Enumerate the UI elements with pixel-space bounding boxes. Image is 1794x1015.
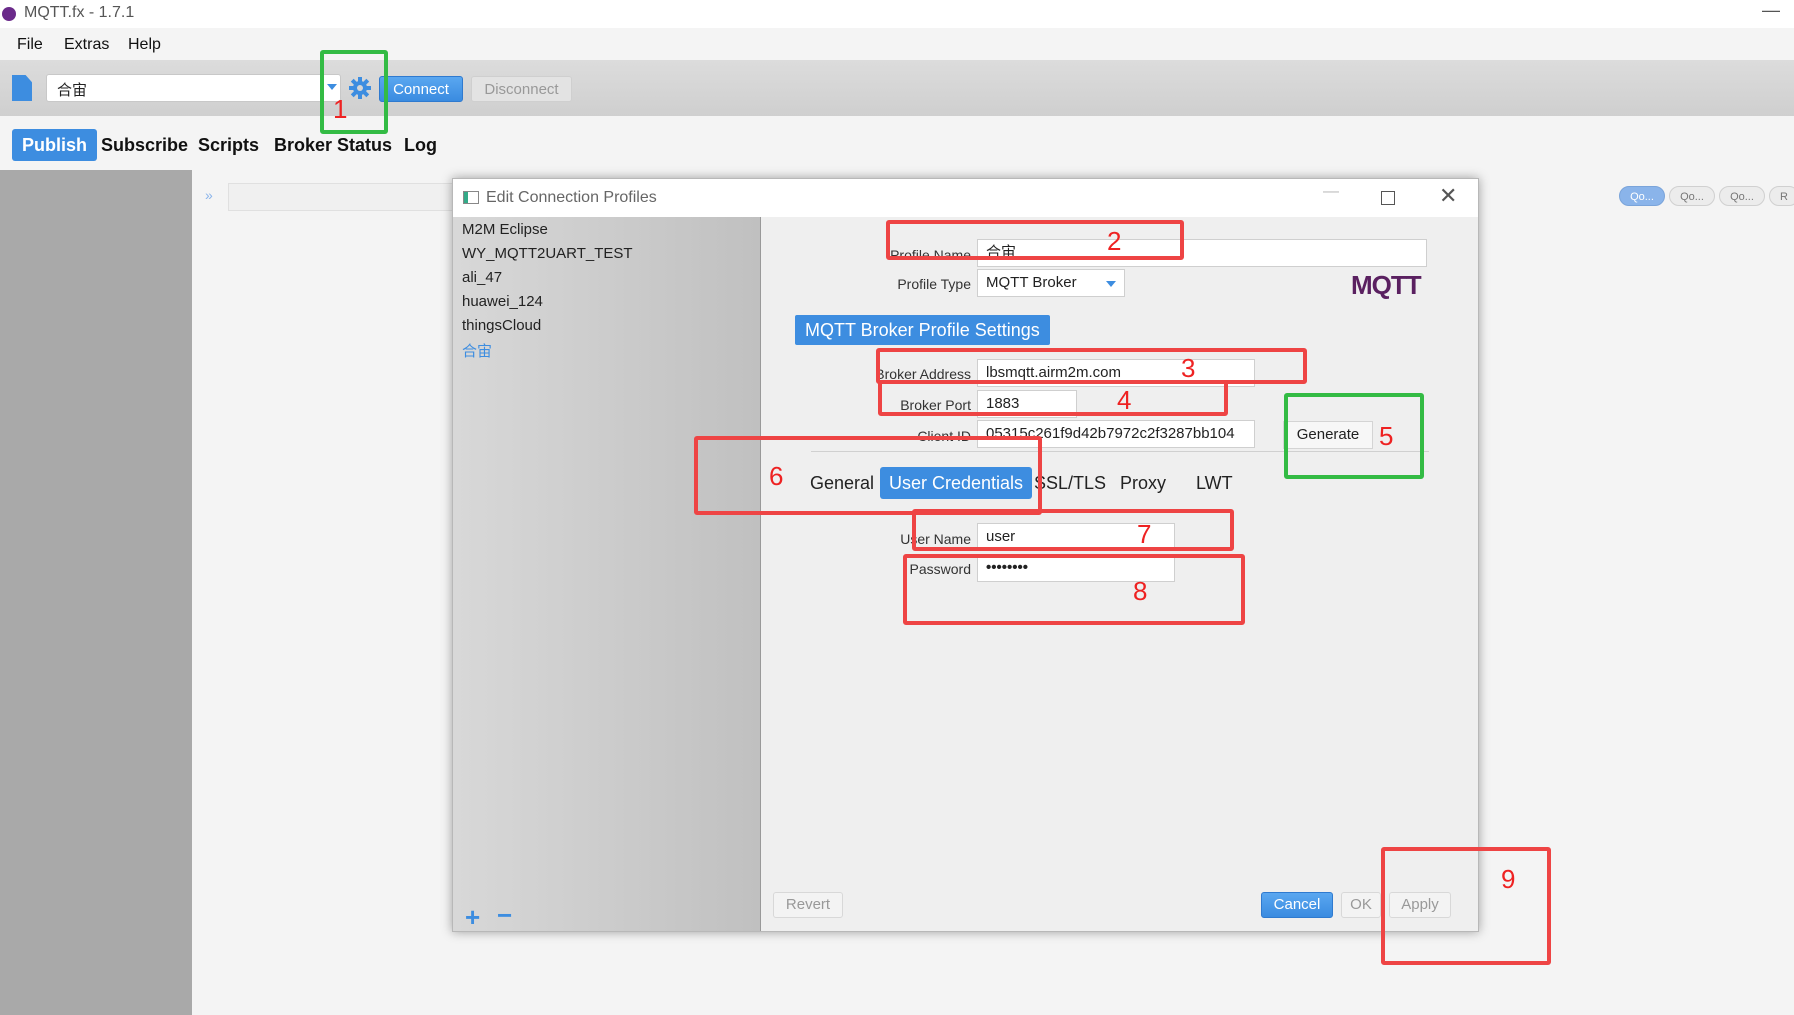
remove-icon[interactable]: − — [497, 900, 512, 931]
tab-scripts[interactable]: Scripts — [188, 129, 269, 161]
annotation-box-6 — [694, 436, 1042, 515]
annotation-label-2: 2 — [1107, 226, 1122, 256]
qos0-button[interactable]: Qo... — [1619, 186, 1665, 206]
menu-file[interactable]: File — [17, 36, 43, 54]
minimize-button[interactable]: — — [1762, 0, 1780, 21]
annotation-box-7 — [912, 509, 1234, 551]
section-header: MQTT Broker Profile Settings — [795, 315, 1050, 345]
profile-type-label: Profile Type — [897, 276, 971, 292]
profile-type-select[interactable]: MQTT Broker — [977, 269, 1125, 297]
close-icon[interactable]: ✕ — [1439, 183, 1457, 209]
title-bar — [0, 0, 1794, 28]
cancel-button[interactable]: Cancel — [1261, 892, 1333, 918]
list-item[interactable]: M2M Eclipse — [462, 221, 548, 238]
document-icon[interactable] — [12, 75, 32, 101]
qos2-button[interactable]: Qo... — [1719, 186, 1765, 206]
subtab-proxy[interactable]: Proxy — [1111, 467, 1175, 499]
chevron-down-icon[interactable] — [1106, 281, 1116, 287]
annotation-box-3 — [876, 348, 1307, 384]
list-item[interactable]: thingsCloud — [462, 317, 541, 334]
dialog-title: Edit Connection Profiles — [486, 189, 657, 206]
disconnect-button[interactable]: Disconnect — [471, 76, 572, 102]
annotation-box-2 — [886, 220, 1184, 260]
dialog-minimize-button[interactable]: — — [1323, 183, 1339, 201]
left-panel — [0, 170, 192, 1015]
annotation-label-6: 6 — [769, 461, 784, 491]
qos1-button[interactable]: Qo... — [1669, 186, 1715, 206]
list-item[interactable]: WY_MQTT2UART_TEST — [462, 245, 633, 262]
ok-button[interactable]: OK — [1341, 892, 1381, 918]
annotation-label-1: 1 — [333, 94, 348, 124]
menu-extras[interactable]: Extras — [64, 36, 109, 54]
annotation-label-4: 4 — [1117, 385, 1132, 415]
dialog-maximize-button[interactable] — [1381, 191, 1395, 205]
profile-select-value: 合宙 — [57, 82, 88, 99]
annotation-box-4 — [878, 380, 1228, 416]
add-icon[interactable]: + — [465, 902, 480, 933]
annotation-box-5 — [1284, 393, 1424, 479]
expand-icon[interactable]: » — [205, 187, 213, 203]
profile-select[interactable]: 合宙 — [46, 74, 341, 102]
annotation-label-5: 5 — [1379, 421, 1394, 451]
annotation-label-8: 8 — [1133, 576, 1148, 606]
profile-list: M2M Eclipse WY_MQTT2UART_TEST ali_47 hua… — [453, 217, 761, 933]
dialog-icon — [463, 191, 479, 204]
list-item[interactable]: ali_47 — [462, 269, 502, 286]
annotation-box-8 — [903, 554, 1245, 625]
annotation-label-7: 7 — [1137, 519, 1152, 549]
app-icon — [2, 7, 16, 21]
menu-help[interactable]: Help — [128, 36, 161, 54]
annotation-box-1 — [320, 50, 388, 134]
annotation-box-9 — [1381, 847, 1551, 965]
annotation-label-9: 9 — [1501, 864, 1516, 894]
retain-button[interactable]: R — [1769, 186, 1794, 206]
tab-publish[interactable]: Publish — [12, 129, 98, 161]
list-item[interactable]: huawei_124 — [462, 293, 543, 310]
revert-button[interactable]: Revert — [773, 892, 843, 918]
profile-type-value: MQTT Broker — [986, 274, 1077, 291]
mqtt-logo: MQTT — [1351, 270, 1422, 300]
window-title: MQTT.fx - 1.7.1 — [24, 4, 135, 21]
tab-log[interactable]: Log — [394, 129, 447, 161]
subtab-lwt[interactable]: LWT — [1187, 467, 1242, 499]
menu-bar — [0, 28, 1794, 60]
tab-subscribe[interactable]: Subscribe — [91, 129, 198, 161]
list-item-selected[interactable]: 合宙 — [462, 340, 492, 361]
connect-button[interactable]: Connect — [379, 76, 463, 102]
